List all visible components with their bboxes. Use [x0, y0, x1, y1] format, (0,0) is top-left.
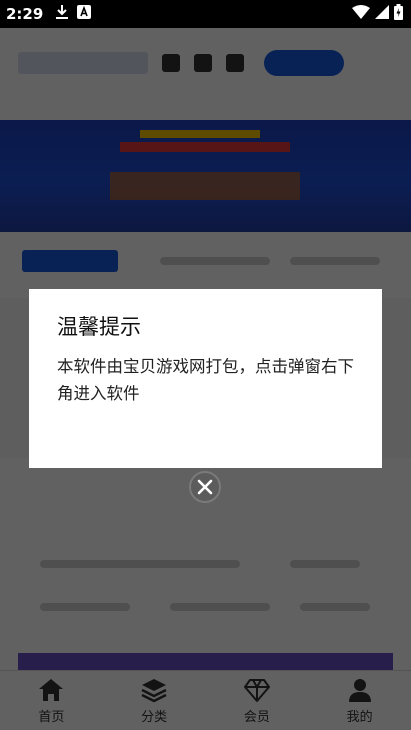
- status-bar: 2:29: [0, 0, 411, 28]
- wifi-icon: [352, 5, 370, 23]
- signal-icon: [375, 5, 389, 23]
- status-icons-right: [352, 4, 403, 24]
- dialog-title: 温馨提示: [57, 315, 141, 339]
- status-time: 2:29: [6, 5, 44, 23]
- battery-icon: [394, 4, 403, 24]
- download-icon: [55, 4, 69, 24]
- screen: 2:29 温馨提示 本软件由宝贝游戏网打包，点击弹窗右下角进入软件: [0, 0, 411, 730]
- a-icon: [77, 5, 92, 23]
- notice-dialog: 温馨提示 本软件由宝贝游戏网打包，点击弹窗右下角进入软件: [29, 289, 382, 468]
- status-icons-left: [55, 4, 92, 24]
- close-icon: [197, 479, 213, 495]
- close-button[interactable]: [189, 471, 221, 503]
- dialog-message: 本软件由宝贝游戏网打包，点击弹窗右下角进入软件: [57, 357, 354, 403]
